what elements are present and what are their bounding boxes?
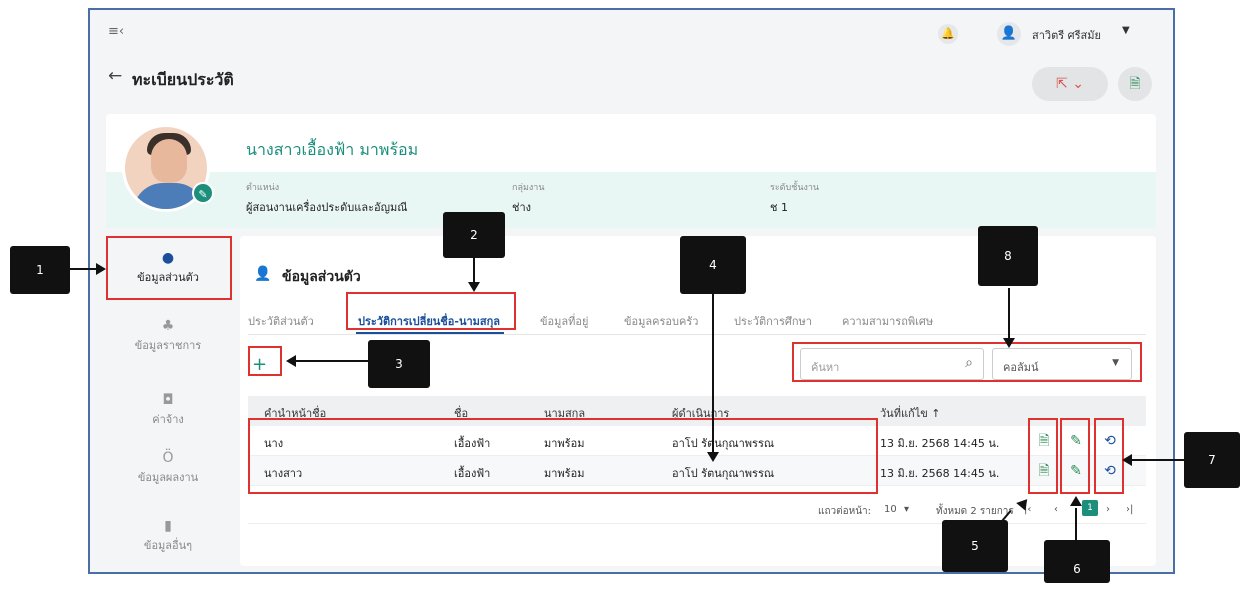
profile-name: นางสาวเอื้องฟ้า มาพร้อม xyxy=(246,140,419,159)
org-icon: ♣ xyxy=(161,318,175,334)
last-page-icon[interactable]: ›| xyxy=(1126,504,1133,515)
tabs-divider xyxy=(248,334,1146,335)
sidebar-item-other[interactable]: ▮ ข้อมูลอื่นๆ xyxy=(106,518,230,554)
callout-3: 3 xyxy=(368,340,430,388)
tab-family[interactable]: ข้อมูลครอบครัว xyxy=(624,312,698,330)
export-button[interactable]: ⇱ ⌄ xyxy=(1032,67,1108,101)
callout-7: 7 xyxy=(1184,432,1240,488)
document-button[interactable]: 🗎 xyxy=(1118,67,1152,101)
highlight-add-button xyxy=(248,346,282,376)
arrow-3 xyxy=(296,360,368,362)
sidebar-item-label: ข้อมูลอื่นๆ xyxy=(143,539,193,552)
page-title: ทะเบียนประวัติ xyxy=(132,70,234,89)
arrowhead-7 xyxy=(1122,454,1132,466)
bookmark-icon: ▮ xyxy=(164,518,172,534)
document-icon: 🗎 xyxy=(1129,76,1141,92)
highlight-name-change-tab xyxy=(346,292,516,330)
sidebar-item-official[interactable]: ♣ ข้อมูลราชการ xyxy=(106,318,230,354)
highlight-sidebar-personal xyxy=(106,236,232,300)
arrow-2 xyxy=(473,258,475,284)
sidebar-item-performance[interactable]: Ö ข้อมูลผลงาน xyxy=(106,450,230,486)
sidebar-item-label: ข้อมูลราชการ xyxy=(134,339,202,352)
pagination: แถวต่อหน้า: 10 ▾ ทั้งหมด 2 รายการ |‹ ‹ 1… xyxy=(248,494,1146,524)
arrow-8 xyxy=(1008,288,1010,340)
position-label: ตำแหน่ง xyxy=(246,183,280,193)
person-icon: 👤 xyxy=(254,266,272,282)
arrowhead-8 xyxy=(1003,338,1015,348)
level-value: ช 1 xyxy=(770,201,788,214)
total-count: ทั้งหมด 2 รายการ xyxy=(936,506,1014,517)
prev-page-icon[interactable]: ‹ xyxy=(1054,504,1058,515)
workgroup-label: กลุ่มงาน xyxy=(512,183,545,193)
pencil-icon[interactable]: ✎ xyxy=(192,182,214,204)
cell-modified-date: 13 มิ.ย. 2568 14:45 น. xyxy=(880,437,1000,450)
arrowhead-3 xyxy=(286,355,296,367)
sidebar-item-label: ค่าจ้าง xyxy=(152,413,184,426)
tab-education[interactable]: ประวัติการศึกษา xyxy=(734,312,812,330)
workgroup-value: ช่าง xyxy=(512,201,532,214)
cell-modified-date: 13 มิ.ย. 2568 14:45 น. xyxy=(880,467,1000,480)
sidebar-item-wage[interactable]: ◘ ค่าจ้าง xyxy=(106,392,230,428)
tab-personal-history[interactable]: ประวัติส่วนตัว xyxy=(248,312,314,330)
menu-collapse-icon[interactable]: ≡‹ xyxy=(108,24,124,39)
chevron-down-icon[interactable]: ▾ xyxy=(904,504,909,515)
user-avatar-icon[interactable]: 👤 xyxy=(997,22,1021,46)
callout-8: 8 xyxy=(978,226,1038,286)
tab-address[interactable]: ข้อมูลที่อยู่ xyxy=(540,312,588,330)
level-label: ระดับชั้นงาน xyxy=(770,183,820,193)
tab-special-skills[interactable]: ความสามารถพิเศษ xyxy=(842,312,933,330)
export-icon: ⇱ ⌄ xyxy=(1056,76,1084,92)
highlight-table-rows xyxy=(248,418,878,494)
callout-1: 1 xyxy=(10,246,70,294)
chevron-down-icon[interactable]: ▼ xyxy=(1122,25,1130,36)
arrow-7 xyxy=(1130,459,1184,461)
arrowhead-2 xyxy=(468,282,480,292)
callout-4: 4 xyxy=(680,236,746,294)
position-value: ผู้สอนงานเครื่องประดับและอัญมณี xyxy=(246,201,408,214)
medal-icon: Ö xyxy=(162,450,174,466)
avatar-head xyxy=(151,139,187,183)
callout-6: 6 xyxy=(1044,540,1110,583)
arrow-6 xyxy=(1075,508,1077,540)
next-page-icon[interactable]: › xyxy=(1106,504,1110,515)
current-page[interactable]: 1 xyxy=(1082,500,1098,516)
highlight-edit-actions xyxy=(1060,418,1090,494)
callout-5: 5 xyxy=(942,520,1008,572)
active-tab-indicator xyxy=(356,332,504,334)
sidebar-item-label: ข้อมูลผลงาน xyxy=(137,471,199,484)
bell-icon[interactable]: 🔔 xyxy=(938,24,958,44)
arrowhead-4 xyxy=(707,452,719,462)
highlight-search-filters xyxy=(792,342,1142,382)
arrowhead-1 xyxy=(96,263,106,275)
section-title: ข้อมูลส่วนตัว xyxy=(282,269,361,285)
highlight-view-actions xyxy=(1028,418,1058,494)
money-icon: ◘ xyxy=(162,392,174,408)
back-arrow-icon[interactable]: ← xyxy=(108,66,122,86)
header-modified-date[interactable]: วันที่แก้ไข ↑ xyxy=(880,404,940,422)
top-bar: ≡‹ 🔔 👤 สาวิตรี ศรีสมัย ▼ xyxy=(90,10,1173,54)
arrow-4 xyxy=(712,294,714,454)
user-name[interactable]: สาวิตรี ศรีสมัย xyxy=(1032,26,1101,44)
arrowhead-6 xyxy=(1070,496,1082,506)
rows-per-page-select[interactable]: 10 xyxy=(884,504,897,515)
callout-2: 2 xyxy=(443,212,505,258)
highlight-history-actions xyxy=(1094,418,1124,494)
arrow-1 xyxy=(70,268,98,270)
profile-card: ✎ นางสาวเอื้องฟ้า มาพร้อม ตำแหน่ง ผู้สอน… xyxy=(106,114,1156,228)
rows-per-page-label: แถวต่อหน้า: xyxy=(818,506,872,517)
